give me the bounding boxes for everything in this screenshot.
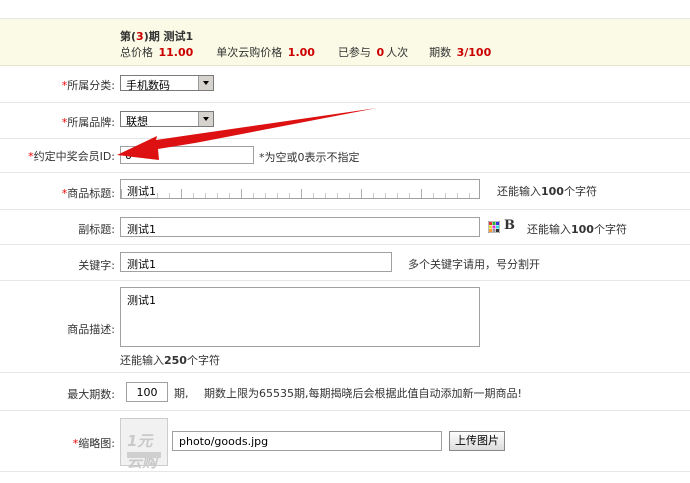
- issue-period: 3: [136, 30, 144, 43]
- issue-info: 总价格 11.00 单次云购价格 1.00 已参与 0 人次 期数 3/100: [120, 46, 492, 59]
- max-periods-row: 最大期数: 100 期, 期数上限为65535期,每期揭晓后会根据此值自动添加新…: [0, 373, 690, 411]
- keywords-label: 关键字:: [78, 259, 115, 272]
- subtitle-row: 副标题: 测试1 B 还能输入100个字符: [0, 210, 690, 245]
- category-select[interactable]: 手机数码: [120, 75, 214, 92]
- title-row: *商品标题: 测试1 还能输入100个字符: [0, 173, 690, 210]
- brand-select[interactable]: 联想: [120, 111, 214, 128]
- issue-summary: 第(3)期 测试1 总价格 11.00 单次云购价格 1.00 已参与 0 人次 …: [0, 19, 690, 66]
- keywords-input[interactable]: 测试1: [120, 252, 392, 272]
- thumbnail-row: *缩略图: 1元云购 photo/goods.jpg 上传图片: [0, 411, 690, 472]
- description-label: 商品描述:: [67, 323, 115, 336]
- total-price: 11.00: [158, 46, 194, 59]
- bold-icon[interactable]: B: [504, 218, 515, 233]
- description-row: 商品描述: 测试1 还能输入250个字符: [0, 281, 690, 373]
- unit-price: 1.00: [287, 46, 315, 59]
- upload-image-button[interactable]: 上传图片: [449, 431, 505, 451]
- chevron-down-icon: [198, 112, 213, 126]
- max-periods-input[interactable]: 100: [126, 382, 168, 402]
- top-bar: [0, 0, 690, 19]
- keywords-row: 关键字: 测试1 多个关键字请用，号分割开: [0, 245, 690, 281]
- issue-title: 第(3)期 测试1: [120, 30, 194, 43]
- thumbnail-path-input[interactable]: photo/goods.jpg: [172, 431, 442, 451]
- title-input[interactable]: 测试1: [120, 179, 480, 199]
- description-textarea[interactable]: 测试1: [120, 287, 480, 347]
- logo-icon: 1元云购: [127, 432, 158, 471]
- title-label: *商品标题:: [61, 187, 115, 200]
- max-periods-hint: 期数上限为65535期,每期揭晓后会根据此值自动添加新一期商品!: [204, 387, 522, 400]
- winner-id-input[interactable]: 0: [120, 146, 254, 164]
- chevron-down-icon: [198, 76, 213, 90]
- color-grid-icon[interactable]: [488, 221, 500, 233]
- subtitle-label: 副标题:: [78, 223, 115, 236]
- brand-label: *所属品牌:: [61, 116, 115, 129]
- category-row: *所属分类: 手机数码: [0, 66, 690, 103]
- subtitle-input[interactable]: 测试1: [120, 217, 480, 237]
- periods-count: 3/100: [456, 46, 492, 59]
- winner-id-hint: *为空或0表示不指定: [259, 151, 360, 164]
- max-periods-unit: 期,: [174, 387, 189, 400]
- keywords-hint: 多个关键字请用，号分割开: [408, 258, 540, 271]
- thumbnail-preview: 1元云购: [120, 418, 168, 471]
- brand-row: *所属品牌: 联想: [0, 103, 690, 139]
- category-label: *所属分类:: [61, 79, 115, 92]
- title-hint: 还能输入100个字符: [497, 185, 597, 198]
- thumbnail-label: *缩略图:: [72, 437, 115, 450]
- participated-count: 0: [376, 46, 385, 59]
- subtitle-hint: 还能输入100个字符: [527, 223, 627, 236]
- winner-id-row: *约定中奖会员ID: 0 *为空或0表示不指定: [0, 139, 690, 173]
- description-hint: 还能输入250个字符: [120, 354, 220, 367]
- max-periods-label: 最大期数:: [67, 388, 115, 401]
- winner-id-label: *约定中奖会员ID:: [28, 150, 115, 163]
